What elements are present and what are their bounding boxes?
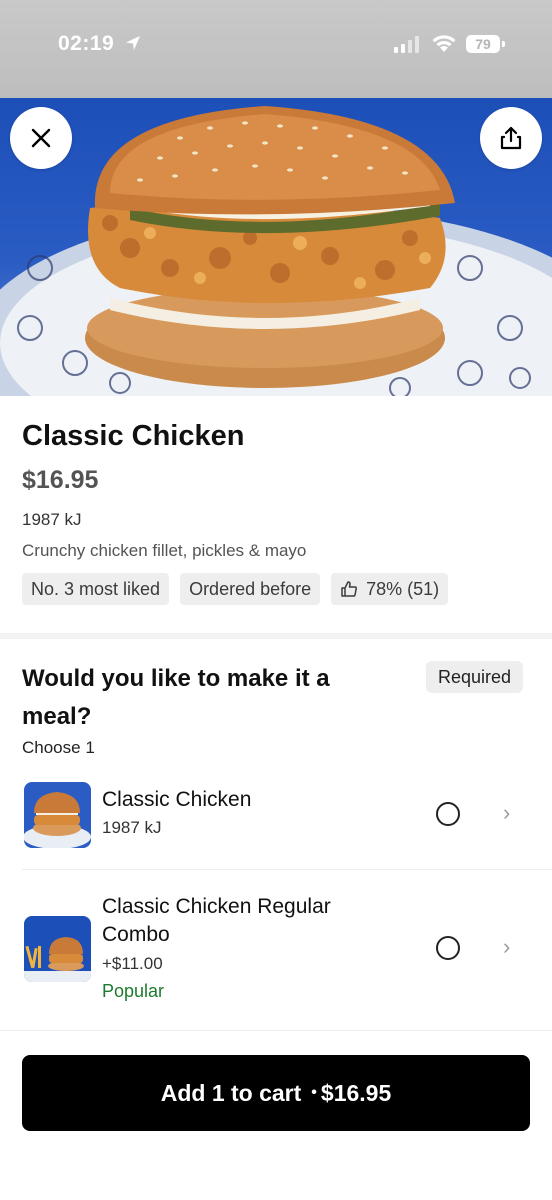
signal-icon <box>394 36 420 59</box>
product-price: $16.95 <box>22 466 99 494</box>
option-thumbnail <box>24 916 91 982</box>
close-button[interactable] <box>10 107 72 169</box>
option-name: Classic Chicken <box>102 788 252 811</box>
required-badge: Required <box>426 661 524 693</box>
popular-tag: Popular <box>102 981 165 1001</box>
section-divider <box>0 633 552 639</box>
product-energy: 1987 kJ <box>22 510 82 529</box>
meal-question: Would you like to make it a meal? <box>22 665 330 730</box>
cart-button-label: Add 1 to cart <box>160 1079 302 1106</box>
rating-badge: 78% (51) <box>331 573 449 605</box>
location-arrow-icon <box>124 34 142 57</box>
ordered-before-badge: Ordered before <box>180 573 321 605</box>
option-name: Classic Chicken Regular Combo <box>102 895 331 946</box>
product-image <box>0 98 552 396</box>
option-energy: 1987 kJ <box>102 818 162 837</box>
cart-button-separator: • <box>311 1084 317 1101</box>
meal-option-classic-chicken[interactable]: Classic Chicken 1987 kJ › <box>0 770 552 870</box>
share-icon <box>500 126 522 150</box>
status-time: 02:19 <box>58 32 115 55</box>
wifi-icon <box>431 33 457 58</box>
option-thumbnail <box>24 782 91 848</box>
badge-row: No. 3 most liked Ordered before 78% (51) <box>22 573 449 605</box>
choose-label: Choose 1 <box>22 738 95 757</box>
share-button[interactable] <box>480 107 542 169</box>
product-title: Classic Chicken <box>22 420 245 452</box>
add-to-cart-button[interactable]: Add 1 to cart • $16.95 <box>22 1055 530 1131</box>
meal-option-regular-combo[interactable]: Classic Chicken Regular Combo +$11.00 Po… <box>0 880 552 1020</box>
product-description: Crunchy chicken fillet, pickles & mayo <box>22 541 307 560</box>
status-bar: 02:19 79 <box>0 0 552 98</box>
most-liked-badge: No. 3 most liked <box>22 573 170 605</box>
row-divider <box>22 869 552 870</box>
option-radio[interactable] <box>436 936 460 960</box>
close-icon <box>31 128 51 148</box>
chevron-right-icon[interactable]: › <box>503 934 510 960</box>
chevron-right-icon[interactable]: › <box>503 800 510 826</box>
battery-icon: 79 <box>466 35 505 53</box>
cart-button-total: $16.95 <box>320 1079 392 1106</box>
option-price: +$11.00 <box>102 954 163 973</box>
option-radio[interactable] <box>436 802 460 826</box>
thumbs-up-icon <box>341 581 358 597</box>
